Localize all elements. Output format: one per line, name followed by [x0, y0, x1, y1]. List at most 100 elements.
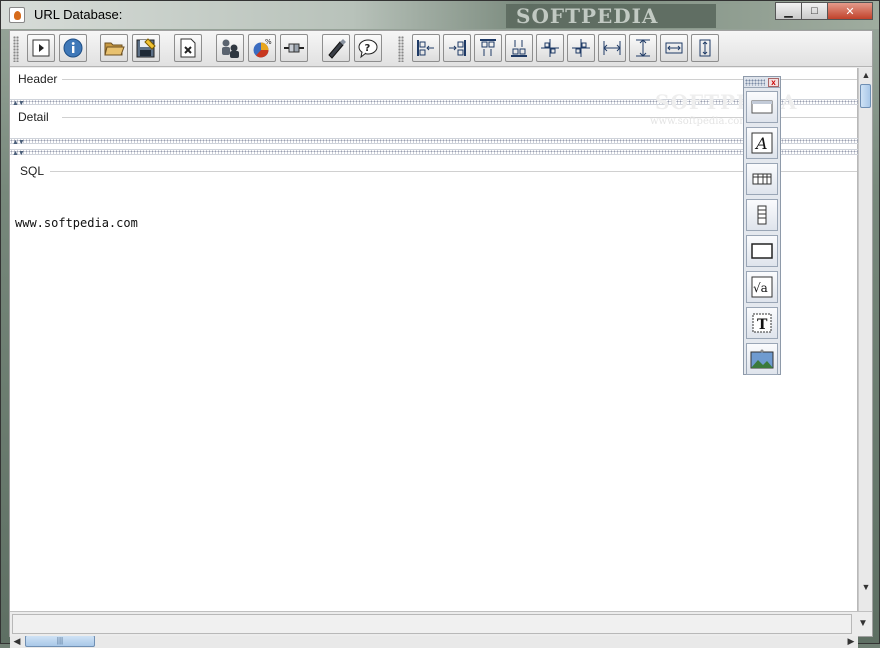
pen-tool-icon — [328, 39, 346, 59]
app-window: URL Database: SOFTPEDIA ▁ □ ✕ % ? Header… — [0, 0, 880, 648]
report-settings-icon — [180, 38, 196, 58]
detail-collapse-arrows[interactable]: ▲▼ — [12, 139, 25, 146]
svg-text:T: T — [757, 317, 768, 333]
align-right-icon — [449, 40, 466, 56]
help-button[interactable]: ? — [354, 34, 382, 62]
chart-button[interactable]: % — [248, 34, 276, 62]
formula-tool-icon: √a — [751, 276, 773, 298]
pen-tool-button[interactable] — [322, 34, 350, 62]
connector-button[interactable] — [280, 34, 308, 62]
formula-tool-button[interactable]: √a — [746, 271, 778, 303]
band-tool-button[interactable] — [746, 91, 778, 123]
toolbar-grip-2[interactable] — [398, 36, 404, 62]
tool-palette: x A √a T — [743, 76, 781, 375]
main-toolbar: % ? — [10, 31, 872, 67]
center-horizontal-icon — [541, 39, 559, 57]
scroll-left-icon[interactable]: ◀ — [10, 634, 24, 648]
info-icon — [63, 38, 83, 58]
rectangle-tool-button[interactable] — [746, 235, 778, 267]
label-tool-button[interactable]: A — [746, 127, 778, 159]
palette-title-bar[interactable]: x — [744, 77, 780, 88]
scroll-down-icon[interactable]: ▼ — [859, 580, 873, 594]
table-tool-button[interactable] — [746, 163, 778, 195]
label-tool-icon: A — [751, 132, 773, 154]
same-height-icon — [636, 39, 650, 57]
column-tool-button[interactable] — [746, 199, 778, 231]
sql-band-label: SQL — [20, 164, 45, 178]
text-field-tool-icon: T — [752, 313, 772, 333]
header-collapse-arrows[interactable]: ▲▼ — [12, 100, 25, 107]
header-band-label: Header — [18, 72, 58, 86]
open-folder-icon — [104, 42, 125, 56]
users-icon — [222, 39, 239, 58]
same-width-button[interactable] — [598, 34, 626, 62]
horizontal-scroll-thumb[interactable]: ||| — [25, 635, 95, 647]
center-horizontal-button[interactable] — [536, 34, 564, 62]
sql-text[interactable]: www.softpedia.com — [15, 216, 138, 230]
palette-grip[interactable] — [745, 79, 765, 86]
info-button[interactable] — [59, 34, 87, 62]
column-tool-icon — [757, 205, 767, 225]
svg-text:A: A — [754, 134, 768, 153]
sql-band-line — [50, 171, 857, 172]
window-title: URL Database: — [34, 7, 123, 22]
detail-band-separator[interactable] — [10, 138, 858, 144]
save-icon — [136, 38, 156, 58]
status-field — [12, 614, 852, 634]
space-vertical-icon — [699, 39, 711, 57]
save-button[interactable] — [132, 34, 160, 62]
same-height-button[interactable] — [629, 34, 657, 62]
image-tool-button[interactable] — [746, 343, 778, 375]
close-button[interactable]: ✕ — [827, 2, 873, 20]
minimize-button[interactable]: ▁ — [775, 2, 802, 20]
report-design-area[interactable]: Header ▲▼ Detail ▲▼ ▲▼ SQL www.softpedia… — [10, 68, 858, 648]
run-button[interactable] — [27, 34, 55, 62]
align-right-button[interactable] — [443, 34, 471, 62]
same-width-icon — [603, 41, 621, 55]
vertical-scroll-thumb[interactable] — [860, 84, 871, 108]
center-vertical-icon — [572, 39, 590, 57]
report-settings-button[interactable] — [174, 34, 202, 62]
align-left-icon — [417, 40, 434, 56]
footer-collapse-arrows[interactable]: ▲▼ — [12, 150, 25, 157]
space-horizontal-icon — [665, 42, 683, 54]
align-top-icon — [480, 39, 496, 56]
open-button[interactable] — [100, 34, 128, 62]
space-vertical-button[interactable] — [691, 34, 719, 62]
title-bar[interactable]: URL Database: SOFTPEDIA ▁ □ ✕ — [1, 1, 879, 29]
users-button[interactable] — [216, 34, 244, 62]
text-field-tool-button[interactable]: T — [746, 307, 778, 339]
align-bottom-button[interactable] — [505, 34, 533, 62]
space-horizontal-button[interactable] — [660, 34, 688, 62]
svg-text:%: % — [265, 38, 272, 46]
footer-band-separator[interactable] — [10, 149, 858, 155]
scroll-right-icon[interactable]: ▶ — [844, 634, 858, 648]
svg-text:?: ? — [365, 43, 371, 54]
center-vertical-button[interactable] — [567, 34, 595, 62]
maximize-button[interactable]: □ — [801, 2, 828, 20]
watermark-url: www.softpedia.com — [650, 116, 749, 127]
help-icon: ? — [358, 39, 378, 59]
table-tool-icon — [752, 173, 772, 185]
client-area: % ? Header ▲▼ Detail ▲▼ ▲▼ SQL www.softp… — [9, 30, 873, 648]
rectangle-tool-icon — [751, 243, 773, 259]
chart-percent-icon: % — [253, 38, 272, 58]
align-bottom-icon — [511, 40, 527, 57]
palette-close-button[interactable]: x — [768, 78, 779, 87]
scroll-up-icon[interactable]: ▲ — [859, 68, 873, 82]
status-bar: ▼ — [10, 611, 872, 636]
detail-band-label: Detail — [18, 110, 49, 124]
toolbar-grip[interactable] — [13, 36, 19, 62]
align-top-button[interactable] — [474, 34, 502, 62]
header-band-line — [62, 79, 857, 80]
title-watermark: SOFTPEDIA — [506, 4, 716, 28]
align-left-button[interactable] — [412, 34, 440, 62]
java-app-icon — [9, 7, 25, 23]
run-icon — [32, 39, 50, 57]
status-dropdown-icon[interactable]: ▼ — [854, 614, 872, 634]
svg-text:√a: √a — [753, 281, 768, 295]
vertical-scrollbar[interactable]: ▲ ▼ — [858, 68, 872, 624]
image-tool-icon — [750, 349, 774, 369]
connector-icon — [284, 43, 304, 53]
band-tool-icon — [751, 100, 773, 114]
